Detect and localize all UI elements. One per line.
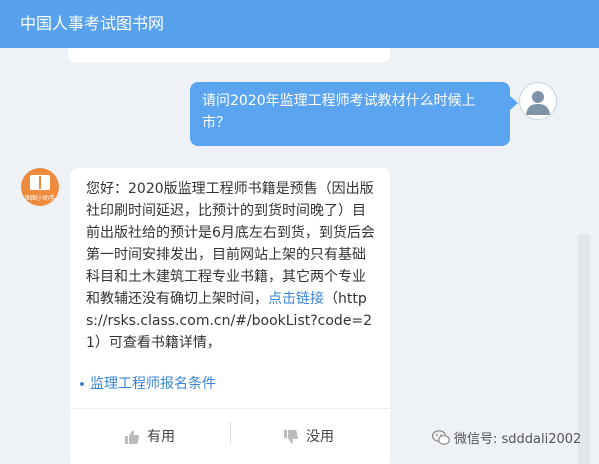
book-icon [30,175,50,190]
watermark-text: 微信号: sdddali2002 [454,432,582,447]
click-link[interactable]: 点击链接 [268,291,324,307]
page-header: 中国人事考试图书网 [0,0,599,48]
site-title: 中国人事考试图书网 [20,14,165,33]
related-question-label: 监理工程师报名条件 [90,376,216,392]
feedback-separator [230,422,231,444]
bot-reply-text-before: 您好：2020版监理工程师书籍是预售（因出版社印刷时间延迟，比预计的到货时间晚了… [86,181,375,307]
related-question-link[interactable]: 监理工程师报名条件 [80,373,216,393]
user-message-text: 请问2020年监理工程师考试教材什么时候上市？ [202,93,476,131]
bot-avatar-caption: 图图小助手 [24,195,55,202]
thumbs-down-icon [284,430,298,444]
bot-reply-text: 您好：2020版监理工程师书籍是预售（因出版社印刷时间延迟，比预计的到货时间晚了… [86,178,378,354]
useless-label: 没用 [306,429,334,445]
useful-button[interactable]: 有用 [125,426,175,448]
bullet-dot-icon [80,382,84,386]
bot-reply-card: 您好：2020版监理工程师书籍是预售（因出版社印刷时间延迟，比预计的到货时间晚了… [70,168,390,464]
useful-label: 有用 [147,429,175,445]
card-divider [70,408,390,409]
useless-button[interactable]: 没用 [284,426,334,448]
chat-area: 请问2020年监理工程师考试教材什么时候上市？ 图图小助手 您好：2020版监理… [0,48,599,464]
wechat-icon [431,430,450,445]
thumbs-up-icon [125,430,139,444]
user-avatar-icon [519,82,557,120]
user-message-bubble: 请问2020年监理工程师考试教材什么时候上市？ [190,82,518,146]
bot-avatar-book-icon: 图图小助手 [21,168,59,206]
previous-message-card [68,48,390,62]
wechat-watermark: 微信号: sdddali2002 [431,428,582,447]
